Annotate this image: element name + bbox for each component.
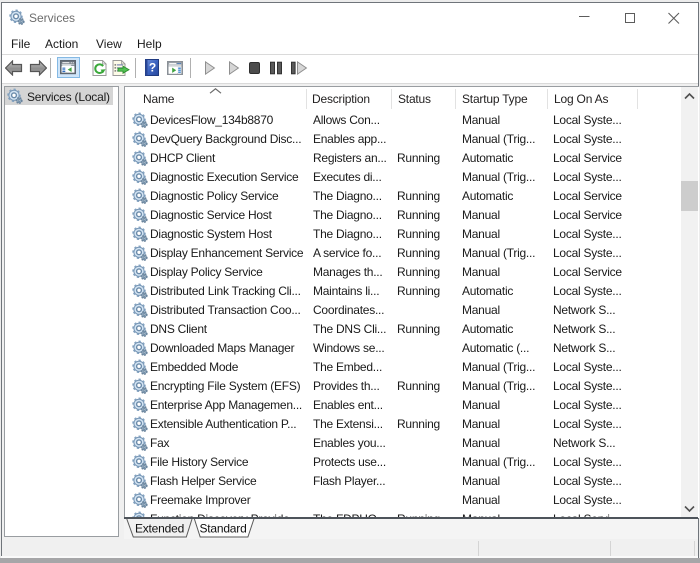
svg-text:Standard: Standard [199,522,246,536]
svg-text:Extended: Extended [135,522,184,536]
svg-text:?: ? [149,61,156,75]
